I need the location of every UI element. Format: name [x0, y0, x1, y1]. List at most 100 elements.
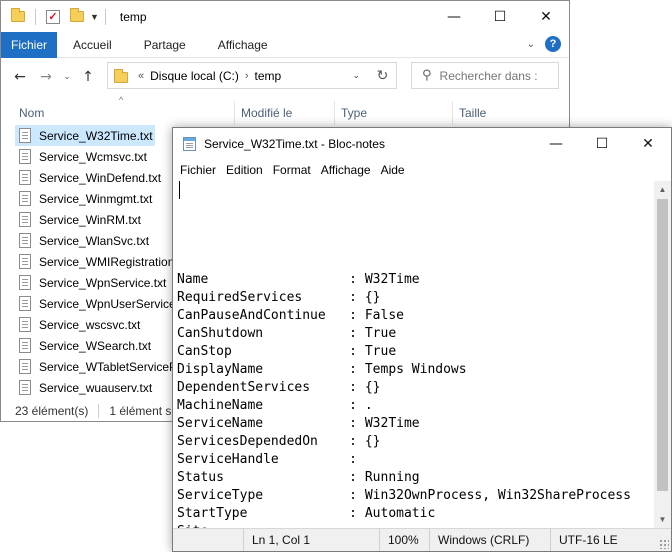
properties-icon[interactable]: ✓	[46, 9, 60, 24]
notepad-titlebar: Service_W32Time.txt - Bloc-notes — ☐ ✕	[173, 128, 671, 159]
text-line: StartType : Automatic	[177, 506, 436, 521]
file-row[interactable]: Service_W32Time.txt	[15, 125, 155, 146]
text-line	[177, 253, 654, 271]
item-count: 23 élément(s)	[15, 404, 89, 418]
text-file-icon	[19, 275, 31, 290]
expand-ribbon-icon[interactable]: ⌄	[527, 39, 535, 50]
text-line: DisplayName : Temps Windows	[177, 362, 467, 377]
text-line: ServiceHandle :	[177, 452, 358, 467]
tab-home[interactable]: Accueil	[57, 38, 128, 52]
scroll-down-icon[interactable]: ▼	[654, 511, 671, 528]
file-name: Service_WpnService.txt	[39, 275, 167, 290]
text-file-icon	[19, 317, 31, 332]
menu-help[interactable]: Aide	[376, 163, 410, 177]
notepad-status-bar: Ln 1, Col 1 100% Windows (CRLF) UTF-16 L…	[173, 528, 671, 551]
scrollbar-thumb[interactable]	[657, 199, 668, 491]
up-arrow-icon[interactable]: ↑	[77, 69, 99, 85]
text-file-icon	[19, 149, 31, 164]
new-folder-icon[interactable]	[70, 8, 84, 22]
back-arrow-icon[interactable]: ←	[9, 69, 31, 85]
notepad-text-area[interactable]: Name : W32Time RequiredServices : {} CanPa…	[177, 181, 654, 528]
selection-count: 1 élément sé	[109, 404, 179, 418]
file-name: Service_wscsvc.txt	[39, 317, 141, 332]
address-bar[interactable]: « Disque local (C:) › temp ⌄	[107, 62, 397, 89]
notepad-window: Service_W32Time.txt - Bloc-notes — ☐ ✕ F…	[172, 127, 672, 552]
file-name: Service_WMIRegistrationS	[39, 254, 183, 269]
file-name: Service_W32Time.txt	[39, 128, 153, 143]
line-ending: Windows (CRLF)	[429, 529, 529, 551]
address-dropdown-icon[interactable]: ⌄	[352, 70, 360, 81]
file-name: Service_wuauserv.txt	[39, 380, 153, 395]
text-line: ServicesDependedOn : {}	[177, 434, 381, 449]
search-placeholder: Rechercher dans :	[439, 68, 538, 83]
file-name: Service_WSearch.txt	[39, 338, 152, 353]
text-file-icon	[19, 191, 31, 206]
tab-file[interactable]: Fichier	[1, 31, 57, 58]
text-caret	[179, 181, 180, 199]
window-title: temp	[119, 9, 147, 24]
file-name: Service_WTabletServicePr	[39, 359, 182, 374]
text-line: Name : W32Time	[177, 272, 420, 287]
text-line: RequiredServices : {}	[177, 290, 381, 305]
notepad-icon	[183, 136, 196, 151]
recent-locations-icon[interactable]: ⌄	[61, 72, 73, 82]
explorer-titlebar: ✓ ▼ temp — ☐ ✕	[1, 1, 569, 32]
customize-toolbar-icon[interactable]: ▼	[90, 12, 99, 22]
quick-access-toolbar: ✓ ▼	[11, 8, 99, 25]
close-button[interactable]: ✕	[523, 1, 569, 32]
text-line: DependentServices : {}	[177, 380, 381, 395]
notepad-window-controls: — ☐ ✕	[533, 128, 671, 159]
menu-edit[interactable]: Edition	[221, 163, 268, 177]
text-line: CanShutdown : True	[177, 326, 397, 341]
text-line: ServiceType : Win32OwnProcess, Win32Shar…	[177, 488, 631, 503]
folder-icon	[11, 8, 25, 22]
menu-view[interactable]: Affichage	[316, 163, 376, 177]
menu-file[interactable]: Fichier	[175, 163, 221, 177]
column-name[interactable]: Nom	[13, 101, 235, 125]
breadcrumb-drive[interactable]: Disque local (C:)	[150, 69, 239, 83]
refresh-icon[interactable]: ↻	[369, 62, 397, 89]
close-button[interactable]: ✕	[625, 128, 671, 159]
file-name: Service_WlanSvc.txt	[39, 233, 150, 248]
vertical-scrollbar[interactable]: ▲ ▼	[654, 181, 671, 528]
breadcrumb-temp[interactable]: temp	[255, 69, 282, 83]
text-line: Status : Running	[177, 470, 420, 485]
file-name: Service_Wcmsvc.txt	[39, 149, 148, 164]
folder-icon	[114, 68, 128, 83]
notepad-title: Service_W32Time.txt - Bloc-notes	[204, 136, 385, 151]
search-input[interactable]: ⚲ Rechercher dans :	[411, 62, 559, 89]
menu-format[interactable]: Format	[268, 163, 316, 177]
help-icon[interactable]: ?	[545, 36, 561, 52]
resize-grip-icon[interactable]	[659, 539, 669, 549]
navigation-bar: ← → ⌄ ↑ « Disque local (C:) › temp ⌄ ↻ ⚲…	[1, 58, 569, 96]
maximize-button[interactable]: ☐	[579, 128, 625, 159]
window-controls: — ☐ ✕	[431, 1, 569, 32]
file-name: Service_WinRM.txt	[39, 212, 142, 227]
column-headers: ^ Nom Modifié le Type Taille	[1, 95, 569, 125]
text-file-icon	[19, 338, 31, 353]
breadcrumb-overflow[interactable]: «	[138, 70, 144, 82]
tab-share[interactable]: Partage	[128, 38, 202, 52]
text-line: ServiceName : W32Time	[177, 416, 420, 431]
file-name: Service_WinDefend.txt	[39, 170, 162, 185]
cursor-position: Ln 1, Col 1	[243, 529, 310, 551]
text-line: MachineName : .	[177, 398, 373, 413]
minimize-button[interactable]: —	[533, 128, 579, 159]
forward-arrow-icon[interactable]: →	[35, 69, 57, 85]
text-file-icon	[19, 296, 31, 311]
notepad-menubar: Fichier Edition Format Affichage Aide	[173, 159, 671, 181]
text-file-icon	[19, 380, 31, 395]
scroll-up-icon[interactable]: ▲	[654, 181, 671, 198]
ribbon-tabs: Fichier Accueil Partage Affichage ⌄ ?	[1, 31, 569, 58]
text-file-icon	[19, 359, 31, 374]
tab-view[interactable]: Affichage	[202, 38, 284, 52]
maximize-button[interactable]: ☐	[477, 1, 523, 32]
column-size[interactable]: Taille	[453, 101, 563, 125]
column-type[interactable]: Type	[335, 101, 453, 125]
minimize-button[interactable]: —	[431, 1, 477, 32]
file-name: Service_WpnUserService_	[39, 296, 183, 311]
text-line	[177, 235, 654, 253]
text-file-icon	[19, 212, 31, 227]
file-name: Service_Winmgmt.txt	[39, 191, 153, 206]
column-modified[interactable]: Modifié le	[235, 101, 335, 125]
